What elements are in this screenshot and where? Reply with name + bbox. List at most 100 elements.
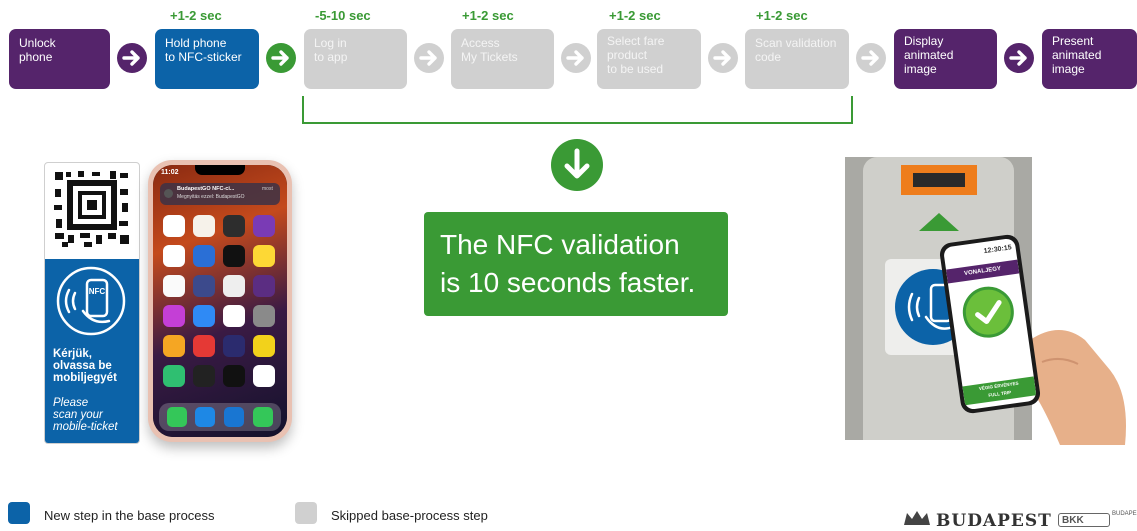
messages-icon	[253, 407, 273, 427]
budapest-crest-icon	[904, 511, 930, 525]
arrow-right-icon	[708, 43, 738, 73]
validator-phone-time: 12:30:15	[983, 244, 1013, 256]
notification-title: BudapestGO NFC-ci...	[177, 186, 235, 192]
bkk-logo-subtext: BUDAPE	[1112, 511, 1137, 517]
app-icon	[163, 215, 185, 237]
step-hold-phone: Hold phone to NFC-sticker	[155, 29, 259, 89]
step-line: phone	[19, 50, 53, 64]
app-icon	[193, 215, 215, 237]
app-icon	[253, 275, 275, 297]
step-line: Select fare	[607, 34, 665, 48]
step-line: Log in	[314, 36, 347, 50]
message-line: is 10 seconds faster.	[440, 267, 696, 298]
slot-opening	[913, 173, 965, 187]
app-icon	[223, 275, 245, 297]
budapest-logo: BUDAPEST	[936, 511, 1052, 531]
legend-new-step-swatch	[8, 502, 30, 524]
arrow-right-icon	[266, 43, 296, 73]
legend-skipped-step-swatch	[295, 502, 317, 524]
step-line: My Tickets	[461, 50, 518, 64]
step-line: Scan validation	[755, 36, 837, 50]
app-icon	[193, 245, 215, 267]
step-line: image	[904, 62, 937, 76]
app-grid	[163, 215, 277, 387]
app-icon	[163, 245, 185, 267]
message-line: The NFC validation	[440, 229, 680, 260]
step-line: Present	[1052, 34, 1094, 48]
step-line: image	[1052, 62, 1085, 76]
step-line: Display	[904, 34, 944, 48]
sticker-nfc-label: NFC	[89, 287, 106, 296]
step-line: Unlock	[19, 36, 56, 50]
app-icon	[253, 245, 275, 267]
phone-time: 11:02	[161, 169, 179, 176]
phone-screen: 11:02 BudapestGO NFC-ci... Megnyitás ezz…	[153, 165, 287, 437]
mail-icon	[224, 407, 244, 427]
sticker-line: Kérjük,	[53, 348, 92, 360]
step-scan-code: Scan validation code	[745, 29, 849, 89]
app-icon	[223, 215, 245, 237]
smartphone: 11:02 BudapestGO NFC-ci... Megnyitás ezz…	[148, 160, 292, 442]
phone-dock	[159, 403, 281, 431]
arrow-down-icon	[551, 139, 603, 191]
notification-time: most	[262, 186, 273, 192]
phone-call-icon	[167, 407, 187, 427]
app-icon	[223, 245, 245, 267]
validity-status: VÉGIG ÉRVÉNYES FULL TRIP	[962, 376, 1037, 406]
sticker-line: scan your	[53, 409, 103, 421]
step-access-tickets: Access My Tickets	[451, 29, 554, 89]
timing-select-fare: +1-2 sec	[609, 8, 661, 23]
sticker-english-text: Please scan your mobile-ticket	[53, 397, 118, 433]
arrow-right-icon	[856, 43, 886, 73]
timing-access-tickets: +1-2 sec	[462, 8, 514, 23]
timing-hold-phone: +1-2 sec	[170, 8, 222, 23]
step-line: to app	[314, 50, 348, 64]
legend-new-step: New step in the base process	[44, 508, 215, 523]
step-line: animated	[1052, 48, 1102, 62]
step-present-image: Present animated image	[1042, 29, 1137, 89]
up-triangle-icon	[919, 213, 959, 231]
app-icon	[163, 275, 185, 297]
step-line: code	[755, 50, 782, 64]
sticker-line: mobile-ticket	[53, 421, 118, 433]
step-line: Access	[461, 36, 500, 50]
step-line: product	[607, 48, 648, 62]
step-unlock-phone: Unlock phone	[9, 29, 110, 89]
step-line: animated	[904, 48, 954, 62]
validator-ticket-slot	[901, 165, 977, 195]
arrow-right-icon	[561, 43, 591, 73]
step-line: Hold phone	[165, 36, 227, 50]
timing-scan-code: +1-2 sec	[756, 8, 808, 23]
check-circle-icon	[962, 286, 1014, 338]
notification-banner: BudapestGO NFC-ci... Megnyitás ezzel: Bu…	[160, 183, 280, 205]
step-display-image: Display animated image	[894, 29, 997, 89]
notification-body: Megnyitás ezzel: BudapestGO	[177, 194, 245, 200]
qr-code-icon	[52, 169, 132, 249]
sticker-line: Please	[53, 397, 89, 409]
step-line: to NFC-sticker	[165, 50, 242, 64]
nfc-sticker: NFC Kérjük, olvassa be mobiljegyét Pleas…	[44, 162, 140, 444]
app-icon	[253, 365, 275, 387]
timing-log-in: -5-10 sec	[315, 8, 371, 23]
arrow-right-icon	[117, 43, 147, 73]
app-icon	[193, 305, 215, 327]
sticker-line: mobiljegyét	[53, 372, 117, 384]
arrow-right-icon	[1004, 43, 1034, 73]
step-select-fare: Select fare product to be used	[597, 29, 701, 89]
app-icon	[193, 335, 215, 357]
step-log-in: Log in to app	[304, 29, 407, 89]
app-icon	[193, 275, 215, 297]
sticker-hungarian-text: Kérjük, olvassa be mobiljegyét	[53, 348, 117, 384]
nfc-faster-message: The NFC validation is 10 seconds faster.	[424, 212, 728, 316]
skipped-steps-bracket	[302, 96, 853, 124]
sticker-line: olvassa be	[53, 360, 112, 372]
app-icon	[193, 365, 215, 387]
app-icon	[223, 365, 245, 387]
app-icon	[163, 335, 185, 357]
app-icon	[253, 305, 275, 327]
step-line: to be used	[607, 62, 664, 76]
app-icon	[253, 335, 275, 357]
app-icon	[223, 305, 245, 327]
app-icon	[163, 365, 185, 387]
phone-notch	[195, 165, 245, 175]
